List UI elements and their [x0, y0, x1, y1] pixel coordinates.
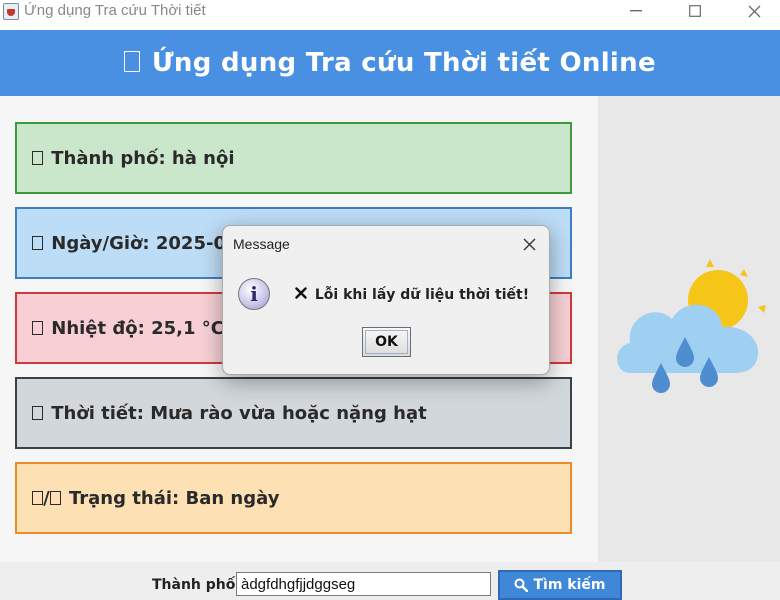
app-header: Ứng dụng Tra cứu Thời tiết Online	[0, 30, 780, 96]
datetime-card-text: Ngày/Giờ: 2025-09-	[51, 232, 246, 254]
minimize-icon	[630, 10, 642, 12]
weather-card: Thời tiết: Mưa rào vừa hoặc nặng hạt	[15, 377, 572, 449]
dialog-message: Lỗi khi lấy dữ liệu thời tiết!	[295, 287, 529, 303]
maximize-button[interactable]	[670, 0, 720, 22]
status-card-text: Trạng thái: Ban ngày	[68, 487, 280, 509]
header-title-wrap: Ứng dụng Tra cứu Thời tiết Online	[124, 48, 656, 78]
ok-button[interactable]: OK	[362, 327, 411, 357]
temperature-card-text: Nhiệt độ: 25,1 °C	[51, 317, 224, 339]
window-title: Ứng dụng Tra cứu Thời tiết	[24, 2, 206, 19]
city-search-input[interactable]	[236, 572, 491, 596]
sun-cloud-rain-icon	[617, 259, 766, 393]
app-header-title: Ứng dụng Tra cứu Thời tiết Online	[151, 48, 656, 78]
missing-glyph-icon	[49, 490, 61, 506]
close-icon	[523, 238, 535, 250]
weather-card-text: Thời tiết: Mưa rào vừa hoặc nặng hạt	[51, 402, 427, 424]
x-mark-icon	[295, 287, 307, 299]
city-card: Thành phố: hà nội	[15, 122, 572, 194]
missing-glyph-icon	[32, 150, 44, 166]
dialog-message-text: Lỗi khi lấy dữ liệu thời tiết!	[314, 287, 530, 303]
search-label: Thành phố:	[152, 577, 241, 593]
java-cup-icon	[3, 3, 19, 20]
ok-button-label: OK	[375, 334, 398, 350]
dialog-close-button[interactable]	[515, 232, 543, 256]
search-button-label: Tìm kiếm	[533, 577, 606, 593]
info-icon: i	[238, 278, 270, 310]
status-card-slash: /	[43, 487, 50, 509]
error-dialog: Message i Lỗi khi lấy dữ liệu thời tiết!…	[222, 225, 550, 375]
city-card-text: Thành phố: hà nội	[51, 147, 235, 169]
title-bar: Ứng dụng Tra cứu Thời tiết	[0, 0, 780, 30]
maximize-icon	[689, 5, 701, 17]
missing-glyph-icon	[32, 235, 44, 251]
close-icon	[748, 5, 760, 17]
info-icon-glyph: i	[250, 282, 258, 306]
missing-glyph-icon	[32, 320, 44, 336]
search-icon	[514, 578, 529, 592]
status-card: / Trạng thái: Ban ngày	[15, 462, 572, 534]
window-close-button[interactable]	[729, 0, 779, 22]
minimize-button[interactable]	[611, 0, 661, 22]
missing-glyph-icon	[32, 490, 44, 506]
dialog-title: Message	[233, 236, 290, 252]
missing-glyph-icon	[124, 50, 141, 73]
missing-glyph-icon	[32, 405, 44, 421]
search-button[interactable]: Tìm kiếm	[498, 570, 622, 600]
